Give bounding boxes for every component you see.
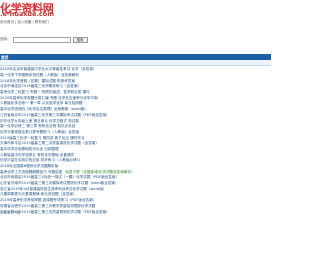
list-item-link[interactable]: 北京市西城区2019届高三4月统一测试（一模）化学试题（PDF版含答案） xyxy=(0,175,119,180)
list-item-link[interactable]: 高中化学实验基础知识大全 归纳整理 xyxy=(0,147,59,152)
list-item-link[interactable]: 化学计量在实验中的应用 同步练习（人教版必修1） xyxy=(0,158,83,163)
breadcrumb-bar xyxy=(0,60,271,66)
pager[interactable]: 1 2 3 下一页 xyxy=(0,211,21,216)
list-item-link[interactable]: 北京市海淀区2019届高三化学期末练习（含答案） xyxy=(0,84,81,89)
list-item[interactable]: 河南省郑州市2019届高三第三次质量预测化学试题（PDF版含答案） xyxy=(0,209,271,215)
list-item-link[interactable]: 元素周期表与元素周期律 单元测试题（含答案） xyxy=(0,192,77,197)
list-item-link[interactable]: 2018年全国卷Ⅲ理综化学试题解析版 xyxy=(0,164,58,169)
list-item-link[interactable]: 山东省济南市2019届高三第三次模拟考试理综化学试题（word版含答案） xyxy=(0,181,119,186)
list-item-link[interactable]: 高一化学必修二 第三章 有机化合物 知识点总结 xyxy=(0,124,75,129)
list-item-link[interactable]: 化学平衡常数及其计算专题练习（人教版）含答案 xyxy=(0,130,79,135)
list-item-link[interactable]: 人教版高中化学选修五 有机化学基础 全套课件 xyxy=(0,153,74,158)
list-item-link[interactable]: 高考化学工艺流程题解题技巧 专题讲座 xyxy=(0,170,62,175)
list-item-link[interactable]: 天津市和平区2019届高三第二次质量调查化学试题（含答案） xyxy=(0,141,99,146)
search-button[interactable]: 搜索 xyxy=(72,36,88,43)
list-item-link[interactable]: 2019届高三化学一轮复习 第四讲 离子反应 课时作业 xyxy=(0,136,84,141)
list-item-link[interactable]: 2018年化学竞赛（初赛）模拟试题 附参考答案 xyxy=(0,79,75,84)
list-item-link[interactable]: 人教版化学必修一 第一章 从实验学化学 单元检测题 xyxy=(0,101,83,106)
list-item-link[interactable]: 高中化学选修四《化学反应原理》全册教案（word版） xyxy=(0,107,88,112)
highlight-link[interactable]: 免费下载（全国卷Ⅰ卷化学试题及答案解析） xyxy=(65,170,134,175)
list-item-link[interactable]: 2019年北京市普通高中学业水平等级性考试 化学（含答案） xyxy=(0,67,97,72)
header-bar: 化学资料网 .e-huaxue.com 设为首页 | 加入收藏 | 联系我们 xyxy=(0,0,271,26)
list-item-link[interactable]: 高考化学二轮复习 专题一 物质的组成、性质和分类 课件 xyxy=(0,90,90,95)
list-item-link[interactable]: 浙江省2019年4月普通高校招生选考科目考试化学试题（word版） xyxy=(0,187,107,192)
list-item-link[interactable]: 江苏省南京市2019届高三化学第三次模拟考试试题（PDF版含答案） xyxy=(0,113,110,118)
search-label: 搜索： xyxy=(0,37,11,41)
search-input[interactable] xyxy=(12,36,71,43)
list-item-link[interactable]: 2020年高考化学真题分类汇编 专题 化学反应速率与化学平衡 xyxy=(0,96,98,101)
list-item-link[interactable]: 高一化学下学期期末测试题（人教版）含答案解析 xyxy=(0,73,79,78)
article-list: 2019年北京市普通高中学业水平等级性考试 化学（含答案） 高一化学下学期期末测试… xyxy=(0,67,271,215)
header-meta-links[interactable]: 设为首页 | 加入收藏 | 联系我们 xyxy=(0,20,49,25)
list-item-link[interactable]: 初中化学九年级上册 第五单元 化学方程式 测试卷 xyxy=(0,119,79,124)
search-row: 搜索： 搜索 xyxy=(0,36,88,43)
list-item-link[interactable]: 2019年高考化学考前押题 选择题专项练习（PDF版含答案） xyxy=(0,198,96,203)
list-item-link[interactable]: 安徽省合肥市2019届高三第三次教学质量检测理综化学试题 xyxy=(0,204,95,209)
site-logo-domain[interactable]: .e-huaxue.com xyxy=(0,10,54,18)
